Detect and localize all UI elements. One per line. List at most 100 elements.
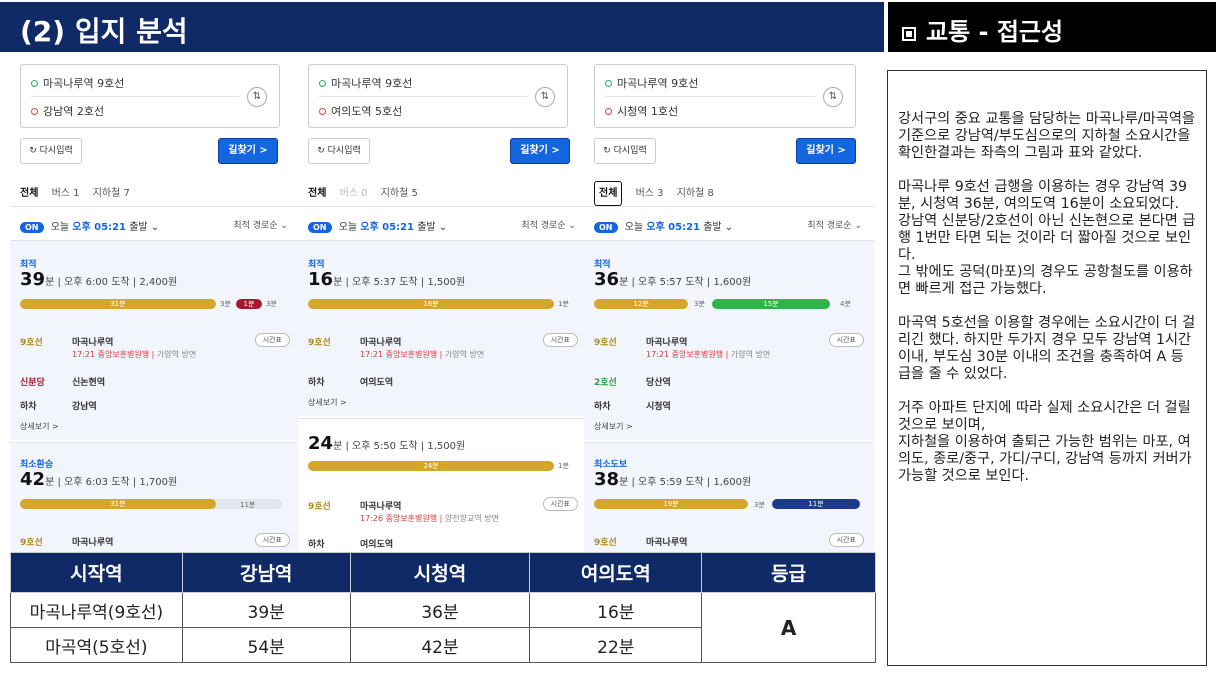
depart-suffix: 출발 [417,222,436,233]
card-fare: 1,500원 [427,277,466,288]
segment-bar: 15분 [712,299,830,309]
chevron-down-icon[interactable]: ⌄ [439,222,447,233]
route-card-best[interactable]: 최적 36분 | 오후 5:57 도착 | 1,600원 12분 3분 15분 … [584,240,874,440]
route-card-alt[interactable]: 24분 | 오후 5:50 도착 | 1,500원 24분 1분 9호선 마곡나루… [298,418,588,552]
destination-field[interactable]: 여의도역 5호선 [319,103,402,119]
tab-bus[interactable]: 버스 0 [340,188,368,199]
timetable-button[interactable]: 시간표 [254,333,290,347]
card-minutes: 42 [20,469,46,490]
route-panel-gangnam: 마곡나루역 9호선 강남역 2호선 ⇅ ↻ 다시입력 길찾기 > 전체 버스 1… [10,56,300,552]
line-tag: 하차 [594,402,611,412]
card-unit: 분 [333,277,343,288]
tab-all[interactable]: 전체 [20,188,38,199]
detail-link[interactable]: 상세보기 > [308,397,347,408]
origin-field[interactable]: 마곡나루역 9호선 [31,75,124,91]
reset-label: 다시입력 [327,146,361,156]
departure-toggle[interactable]: ON [594,222,618,233]
segment-bar: 31분 [20,299,216,309]
tab-bus[interactable]: 버스 3 [636,188,664,199]
departure-toggle[interactable]: ON [308,222,332,233]
departure-row: ON 오늘 오후 05:21 출발 ⌄ 최적 경로순 ⌄ [308,218,576,233]
detail-link[interactable]: 상세보기 > [20,421,59,432]
chevron-down-icon[interactable]: ⌄ [725,222,733,233]
find-route-button[interactable]: 길찾기 > [510,138,570,164]
find-route-button[interactable]: 길찾기 > [796,138,856,164]
line-tag: 9호선 [20,338,43,348]
reset-button[interactable]: ↻ 다시입력 [594,138,656,164]
origin-dot-icon [605,80,612,87]
tab-all[interactable]: 전체 [594,181,623,206]
sort-select[interactable]: 최적 경로순 ⌄ [521,218,576,231]
train-info: 17:21 중앙보훈병원행 | 가양역 방면 [72,350,197,359]
section-header: (2) 입지 분석 [0,2,884,52]
card-unit: 분 [45,477,55,488]
card-time: 24분 | 오후 5:50 도착 | 1,500원 [308,433,466,454]
tab-all[interactable]: 전체 [308,188,326,199]
origin-field[interactable]: 마곡나루역 9호선 [605,75,698,91]
reset-button[interactable]: ↻ 다시입력 [308,138,370,164]
route-card-best[interactable]: 최적 39분 | 오후 6:00 도착 | 2,400원 31분 3분 1분 3… [10,240,300,440]
analysis-text-box: 강서구의 중요 교통을 담당하는 마곡나루/마곡역을 기준으로 강남역/부도심으… [887,70,1207,666]
step-row: 9호선 마곡나루역 17:21 중앙보훈병원행 | 가양역 방면 시간표 [308,333,578,359]
timetable-button[interactable]: 시간표 [828,333,864,347]
chevron-down-icon[interactable]: ⌄ [151,222,159,233]
timetable-button[interactable]: 시간표 [542,497,578,511]
depart-time[interactable]: 오후 05:21 [72,222,126,233]
destination-field[interactable]: 강남역 2호선 [31,103,104,119]
depart-time[interactable]: 오후 05:21 [646,222,700,233]
depart-day: 오늘 [338,222,358,233]
end-duration: 1분 [558,462,569,470]
sort-label: 최적 경로순 [807,221,852,231]
route-search-box[interactable]: 마곡나루역 9호선 시청역 1호선 ⇅ [594,64,856,128]
card-arrive: 오후 6:00 도착 [64,277,130,288]
tab-subway[interactable]: 지하철 7 [93,188,130,199]
tab-bus[interactable]: 버스 1 [52,188,80,199]
tab-subway[interactable]: 지하철 8 [677,188,714,199]
detail-link[interactable]: 상세보기 > [594,421,633,432]
step-row: 하차 여의도역 [308,375,578,388]
route-card-min-transfer[interactable]: 최소환승 42분 | 오후 6:03 도착 | 1,700원 31분 11분 9… [10,442,300,552]
walk-duration: 3분 [754,501,765,509]
step-row: 9호선 마곡나루역 17:21 중앙보훈병원행 | 가양역 방면 시간표 [594,333,864,359]
column-header: 시청역 [349,552,531,593]
sort-select[interactable]: 최적 경로순 ⌄ [233,218,288,231]
square-bullet-icon [902,27,916,41]
table-cell: 54분 [181,627,351,663]
depart-time[interactable]: 오후 05:21 [360,222,414,233]
side-title-text: 교통 - 접근성 [926,18,1064,46]
segment-bar: 1분 [236,299,262,309]
direction-text: 가양역 방면 [730,350,771,359]
destination-dot-icon [319,108,326,115]
departure-toggle[interactable]: ON [20,222,44,233]
route-search-box[interactable]: 마곡나루역 9호선 강남역 2호선 ⇅ [20,64,280,128]
reset-label: 다시입력 [39,146,73,156]
swap-icon[interactable]: ⇅ [535,87,555,107]
table-cell: 마곡나루역(9호선) [10,592,183,628]
find-route-button[interactable]: 길찾기 > [218,138,278,164]
timetable-button[interactable]: 시간표 [542,333,578,347]
route-panel-yeouido: 마곡나루역 9호선 여의도역 5호선 ⇅ ↻ 다시입력 길찾기 > 전체 버스 … [298,56,588,552]
destination-field[interactable]: 시청역 1호선 [605,103,678,119]
timetable-button[interactable]: 시간표 [254,533,290,547]
route-search-box[interactable]: 마곡나루역 9호선 여의도역 5호선 ⇅ [308,64,568,128]
tab-subway[interactable]: 지하철 5 [381,188,418,199]
timetable-button[interactable]: 시간표 [828,533,864,547]
train-info: 17:21 중앙보훈병원행 | 가양역 방면 [360,350,485,359]
sort-select[interactable]: 최적 경로순 ⌄ [807,218,862,231]
route-card-min-walk[interactable]: 최소도보 38분 | 오후 5:59 도착 | 1,600원 19분 3분 11… [584,442,874,552]
origin-field[interactable]: 마곡나루역 9호선 [319,75,412,91]
walk-duration: 3분 [220,300,231,308]
sort-label: 최적 경로순 [233,221,278,231]
step-row: 9호선 마곡나루역 17:21 중앙보훈병원행 | 가양역 방면 시간표 [20,333,290,359]
route-card-best[interactable]: 최적 16분 | 오후 5:37 도착 | 1,500원 16분 1분 9호선 마… [298,240,588,416]
reset-button[interactable]: ↻ 다시입력 [20,138,82,164]
swap-icon[interactable]: ⇅ [823,87,843,107]
swap-icon[interactable]: ⇅ [247,87,267,107]
line-tag: 신분당 [20,378,45,388]
segment-bar: 19분 [594,499,748,509]
destination-text: 시청역 1호선 [617,105,679,118]
station-name: 마곡나루역 [646,538,688,548]
departure-row: ON 오늘 오후 05:21 출발 ⌄ 최적 경로순 ⌄ [20,218,288,233]
station-name: 마곡나루역 [646,338,688,348]
train-info: 17:26 중앙보훈병원행 | 양천향교역 방면 [360,514,499,523]
